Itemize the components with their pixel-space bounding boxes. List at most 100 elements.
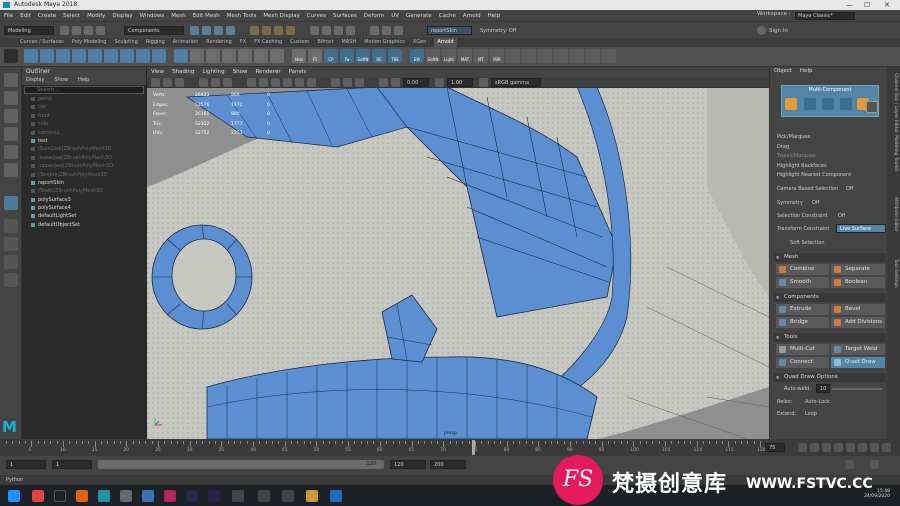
select-tool-icon[interactable] <box>4 73 18 87</box>
select-by-vertex-icon[interactable] <box>190 26 199 35</box>
side-tab-attribute-editor[interactable]: Attribute Editor <box>890 197 898 232</box>
start-icon[interactable] <box>8 490 20 502</box>
step-forward-key-icon[interactable] <box>858 443 867 452</box>
outliner-item[interactable]: persp <box>22 95 146 103</box>
symmetry-status[interactable]: Symmetry: Off <box>480 28 516 34</box>
outliner-item[interactable]: |lowerJaw|ZBrushPolyMesh3D <box>22 154 146 162</box>
components-section-header[interactable]: Components <box>774 293 886 302</box>
menu-file[interactable]: File <box>4 13 13 19</box>
menu-curves[interactable]: Curves <box>307 13 326 19</box>
taskbar-premiere-icon[interactable] <box>208 490 220 502</box>
maximize-button[interactable]: ☐ <box>864 0 870 10</box>
menu-deform[interactable]: Deform <box>364 13 384 19</box>
lasso-tool-icon[interactable] <box>4 91 18 105</box>
taskbar-app-icon-7[interactable] <box>164 490 176 502</box>
menu-uv[interactable]: UV <box>391 13 399 19</box>
user-icon[interactable] <box>757 26 766 35</box>
select-by-uv-icon[interactable] <box>226 26 235 35</box>
viewport-menu-view[interactable]: View <box>151 67 164 77</box>
shelf-tab-poly-modeling[interactable]: Poly Modeling <box>72 38 107 47</box>
undo-icon[interactable] <box>84 26 93 35</box>
shelf-tool-icon[interactable] <box>120 49 134 63</box>
smooth-shade-icon[interactable] <box>259 78 268 87</box>
scale-tool-icon[interactable] <box>4 163 18 177</box>
quad-draw-tool-icon[interactable] <box>4 196 18 210</box>
taskbar-app-icon-5[interactable] <box>120 490 132 502</box>
shelf-tab-rigging[interactable]: Rigging <box>146 38 165 47</box>
edge-mode-icon[interactable] <box>822 98 834 110</box>
shelf-tool-icon[interactable] <box>88 49 102 63</box>
shelf-tool-icon[interactable]: MAT <box>458 49 472 63</box>
outliner-item[interactable]: test <box>22 137 146 145</box>
add-divisions-button[interactable]: Add Divisions <box>831 317 885 328</box>
shelf-tool-icon[interactable] <box>538 49 552 63</box>
side-tab-modeling-toolkit[interactable]: Modeling Toolkit <box>890 135 898 171</box>
select-by-face-icon[interactable] <box>214 26 223 35</box>
separate-button[interactable]: Separate <box>831 264 885 275</box>
relax-value[interactable]: Auto-Lock <box>805 399 830 405</box>
shelf-tool-icon[interactable] <box>554 49 568 63</box>
shelf-tab-bifrost[interactable]: Bifrost <box>317 38 333 47</box>
shelf-tool-icon[interactable]: RE <box>372 49 386 63</box>
scene-start-field[interactable]: 1 <box>6 460 46 469</box>
shelf-tab-mash[interactable]: MASH <box>342 38 357 47</box>
extend-value[interactable]: Loop <box>805 411 817 417</box>
menuset-dropdown[interactable]: Modeling <box>4 26 54 35</box>
play-forward-icon[interactable] <box>846 443 855 452</box>
resolution-gate-icon[interactable] <box>223 78 232 87</box>
shelf-tool-icon[interactable]: Light <box>442 49 456 63</box>
outliner-item[interactable]: reportSkin <box>22 179 146 187</box>
folder-icon[interactable] <box>60 26 69 35</box>
menu-edit[interactable]: Edit <box>20 13 31 19</box>
menu-surfaces[interactable]: Surfaces <box>333 13 357 19</box>
bevel-button[interactable]: Bevel <box>831 304 885 315</box>
redo-icon[interactable] <box>96 26 105 35</box>
animation-preferences-icon[interactable] <box>870 460 879 469</box>
auto-weld-field[interactable]: 10 <box>816 384 830 393</box>
selection-constraint-value[interactable]: Off <box>838 213 845 219</box>
outliner-item[interactable]: defaultLightSet <box>22 212 146 220</box>
combine-button[interactable]: Combine <box>776 264 829 275</box>
move-tool-icon[interactable] <box>4 127 18 141</box>
wireframe-on-shaded-icon[interactable] <box>271 78 280 87</box>
taskbar-app-icon-12[interactable] <box>282 490 294 502</box>
boolean-button[interactable]: Boolean <box>831 277 885 288</box>
rotate-tool-icon[interactable] <box>4 145 18 159</box>
outliner-menu-help[interactable]: Help <box>78 76 89 85</box>
xray-icon[interactable] <box>331 78 340 87</box>
menu-edit-mesh[interactable]: Edit Mesh <box>193 13 220 19</box>
shelf-tool-icon[interactable]: SoftN <box>356 49 370 63</box>
taskbar-app-icon-11[interactable] <box>258 490 270 502</box>
drag-option[interactable]: Drag <box>777 144 789 150</box>
shelf-tab-rendering[interactable]: Rendering <box>206 38 232 47</box>
current-frame-field[interactable]: 75 <box>765 443 785 452</box>
range-bar[interactable]: 120 <box>98 460 384 469</box>
menu-mesh-display[interactable]: Mesh Display <box>263 13 300 19</box>
taskbar-app-icon-13[interactable] <box>306 490 318 502</box>
close-mode-icon[interactable] <box>866 101 878 113</box>
time-slider[interactable]: 75 5 10 15 20 25 30 35 40 45 50 55 60 65 70 75 80 85 90 95… <box>0 439 900 456</box>
outliner-item[interactable]: |Tongue|ZBrushPolyMesh3D <box>22 171 146 179</box>
shelf-tool-icon[interactable] <box>152 49 166 63</box>
character-controls-icon[interactable] <box>394 26 403 35</box>
shelf-tool-icon[interactable]: TBE <box>388 49 402 63</box>
symmetry-value[interactable]: Off <box>812 200 819 206</box>
shelf-tool-icon[interactable] <box>222 49 236 63</box>
shelf-tool-icon[interactable] <box>586 49 600 63</box>
render-icon[interactable] <box>310 26 319 35</box>
shelf-tool-icon[interactable]: MIR <box>490 49 504 63</box>
sign-in-link[interactable]: Sign In <box>769 28 788 34</box>
shelf-tool-icon[interactable] <box>174 49 188 63</box>
xray-joints-icon[interactable] <box>343 78 352 87</box>
pick-marquee-option[interactable]: Pick/Marquee <box>777 134 810 140</box>
shelf-tab-curves-surfaces[interactable]: Curves / Surfaces <box>20 38 64 47</box>
tools-section-header[interactable]: Tools <box>774 333 886 342</box>
camera-selection-value[interactable]: Off <box>846 186 853 192</box>
outliner-item[interactable]: side <box>22 120 146 128</box>
shelf-tab-fx-caching[interactable]: FX Caching <box>254 38 282 47</box>
shelf-tab-animation[interactable]: Animation <box>173 38 199 47</box>
shelf-tool-icon[interactable] <box>40 49 54 63</box>
multi-cut-button[interactable]: Multi-Cut <box>776 344 829 355</box>
shelf-tool-icon[interactable]: CP <box>324 49 338 63</box>
step-forward-icon[interactable] <box>870 443 879 452</box>
